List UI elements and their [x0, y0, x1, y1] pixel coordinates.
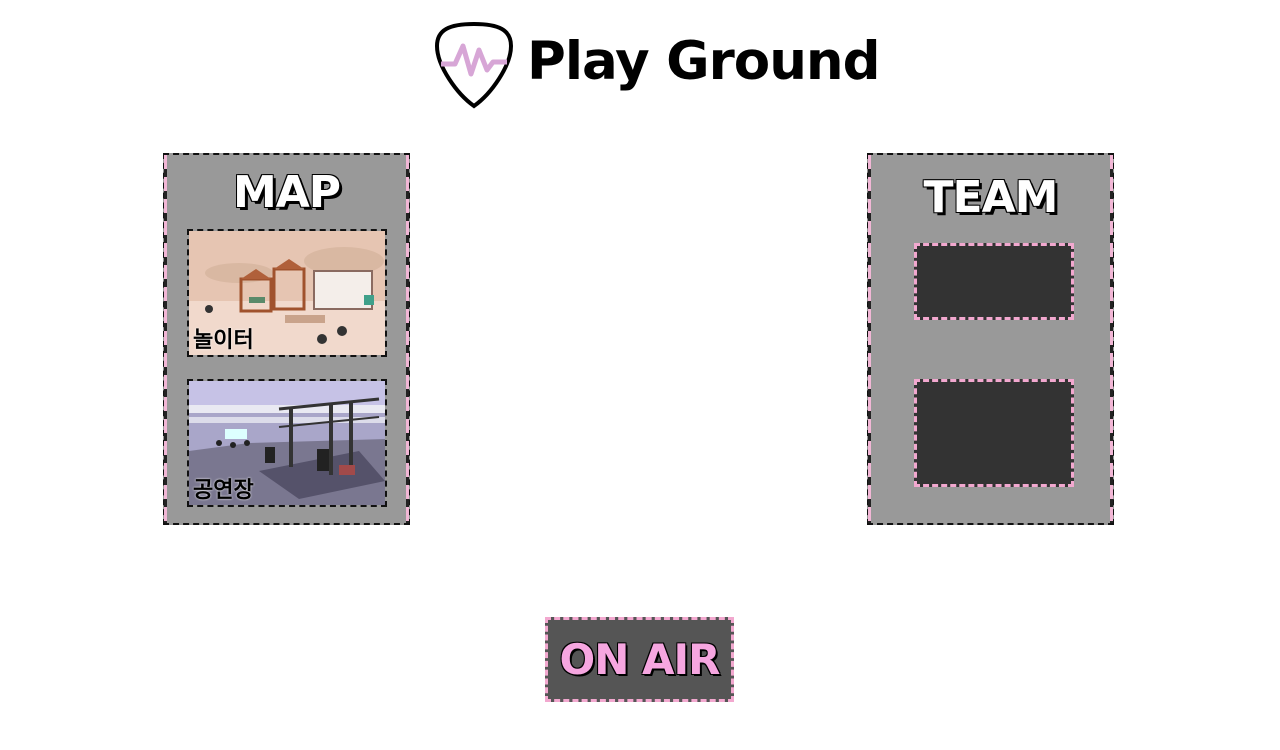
- map-panel: MAP 놀이터 공연장: [163, 153, 410, 525]
- team-slot-2[interactable]: [914, 379, 1074, 487]
- map-label-playground: 놀이터: [193, 328, 254, 353]
- team-panel-title: TEAM: [923, 172, 1059, 223]
- map-panel-title: MAP: [232, 167, 341, 218]
- team-slot-1[interactable]: [914, 243, 1074, 320]
- pick-heartbeat-icon: [434, 21, 514, 109]
- app-title: Play Ground: [527, 31, 881, 92]
- map-card-concert-hall[interactable]: 공연장: [187, 379, 387, 507]
- team-panel: TEAM: [867, 153, 1114, 525]
- map-label-concert-hall: 공연장: [193, 478, 254, 503]
- app-logo: Play Ground: [433, 20, 881, 110]
- map-card-playground[interactable]: 놀이터: [187, 229, 387, 357]
- on-air-button[interactable]: ON AIR: [545, 617, 734, 702]
- on-air-label: ON AIR: [559, 635, 721, 684]
